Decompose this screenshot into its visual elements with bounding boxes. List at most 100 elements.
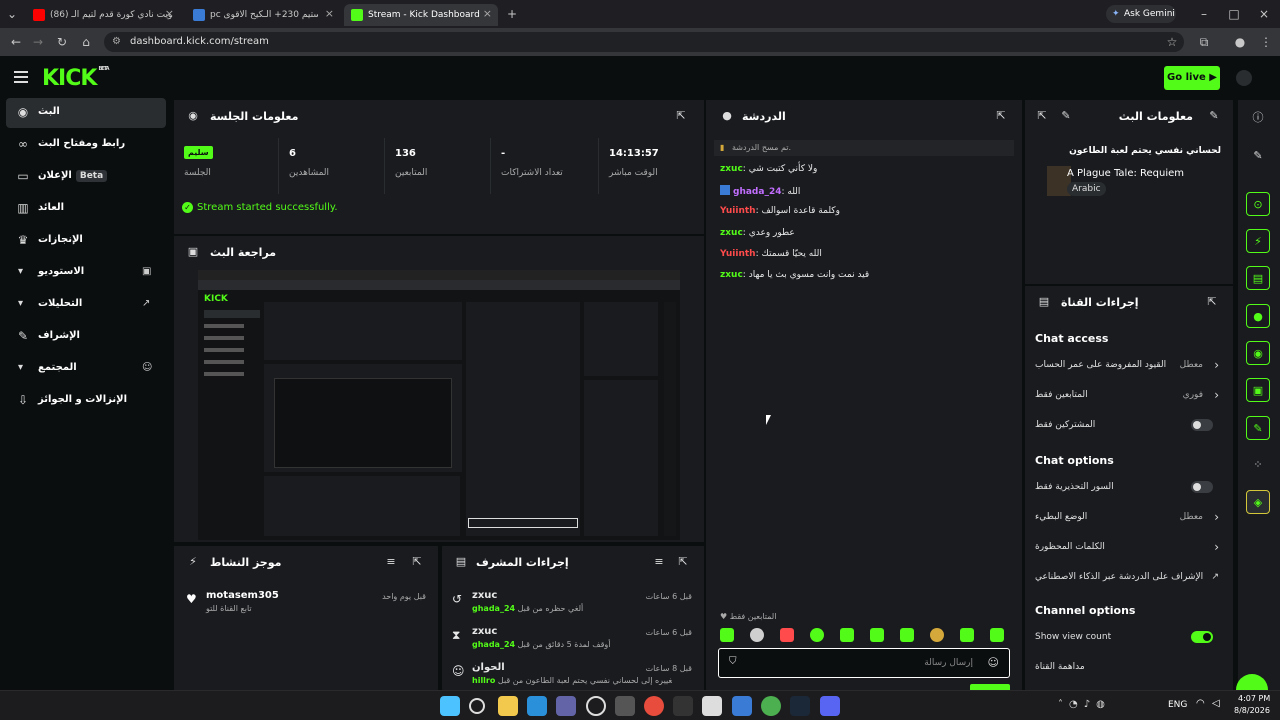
chat-username[interactable]: zxuc bbox=[720, 270, 743, 280]
sidebar-item-community[interactable]: ▾ المجتمع ☺ bbox=[6, 354, 166, 384]
mic-icon[interactable]: ♪ bbox=[1084, 699, 1096, 710]
app-icon[interactable] bbox=[615, 696, 635, 716]
sidebar-item-moderation[interactable]: ✎ الإشراف bbox=[6, 322, 166, 352]
go-live-button[interactable]: Go live ▶ bbox=[1164, 66, 1220, 90]
discord-icon[interactable] bbox=[820, 696, 840, 716]
bookmark-star-icon[interactable]: ☆ bbox=[1164, 34, 1180, 50]
filter-icon[interactable]: ≡ bbox=[384, 555, 398, 569]
chat-username[interactable]: zxuc bbox=[720, 164, 743, 174]
gift-icon[interactable]: ◈ bbox=[1246, 490, 1270, 514]
sidebar-item-studio[interactable]: ▾ الاستوديو ▣ bbox=[6, 258, 166, 288]
setting-account-age[interactable]: القيود المفروضة على عمر الحساب معطل › bbox=[1035, 352, 1223, 380]
sidebar-item-ads[interactable]: ▭ الإعلان Beta bbox=[6, 162, 166, 192]
chat-message[interactable]: zxuc: ولا كأني كتبت شي bbox=[720, 164, 817, 174]
emote-icon[interactable] bbox=[750, 628, 764, 642]
broadcast-icon[interactable]: ◉ bbox=[1246, 341, 1270, 365]
sidebar-item-revenue[interactable]: ▥ العائد bbox=[6, 194, 166, 224]
expand-icon[interactable]: ⇱ bbox=[1205, 295, 1219, 309]
new-tab-button[interactable]: + bbox=[504, 6, 520, 22]
steam-icon[interactable] bbox=[790, 696, 810, 716]
ask-gemini-button[interactable]: ✦ Ask Gemini bbox=[1106, 5, 1176, 23]
clock-time[interactable]: 4:07 PM bbox=[1238, 694, 1270, 703]
chat-bubble-icon[interactable]: ● bbox=[1246, 304, 1270, 328]
game-name[interactable]: A Plague Tale: Requiem bbox=[1067, 168, 1184, 179]
setting-emotes-only[interactable]: السور التحذيرية فقط bbox=[1035, 474, 1223, 502]
menu-icon[interactable]: ⋮ bbox=[1258, 34, 1274, 50]
chrome-icon[interactable] bbox=[644, 696, 664, 716]
chat-message[interactable]: zxuc: عطور وعدي bbox=[720, 228, 795, 238]
wifi-icon[interactable]: ◠ bbox=[1196, 698, 1205, 709]
sidebar-item-stream-key[interactable]: ∞ رابط ومفتاح البث bbox=[6, 130, 166, 160]
activity-user[interactable]: motasem305 bbox=[206, 590, 279, 601]
dots-icon[interactable]: ⁘ bbox=[1246, 453, 1270, 477]
edit-pencil-icon[interactable]: ✎ bbox=[1246, 144, 1270, 168]
sidebar-item-analytics[interactable]: ▾ التحليلات ↗ bbox=[6, 290, 166, 320]
edit-pencil-icon[interactable]: ✎ bbox=[1059, 109, 1073, 123]
close-tab-icon[interactable]: × bbox=[165, 7, 174, 20]
emote-icon[interactable] bbox=[720, 628, 734, 642]
back-button[interactable]: ← bbox=[8, 34, 24, 50]
mod-target-user[interactable]: الحوان bbox=[472, 662, 505, 673]
site-info-icon[interactable]: ⚙ bbox=[112, 32, 121, 52]
close-tab-icon[interactable]: × bbox=[325, 7, 334, 20]
store-icon[interactable] bbox=[527, 696, 547, 716]
emote-icon[interactable] bbox=[840, 628, 854, 642]
network-icon[interactable]: ◔ bbox=[1069, 699, 1084, 710]
expand-icon[interactable]: ⇱ bbox=[410, 555, 424, 569]
setting-raid-channel[interactable]: مداهمة القناة bbox=[1035, 654, 1223, 682]
emote-icon[interactable] bbox=[990, 628, 1004, 642]
tab-search-button[interactable]: ⌄ bbox=[4, 6, 20, 22]
setting-slow-mode[interactable]: الوضع البطيء معطل › bbox=[1035, 504, 1223, 532]
clock-date[interactable]: 8/8/2026 bbox=[1234, 706, 1270, 715]
kick-logo[interactable]: KICK BETA bbox=[42, 66, 110, 91]
lightning-icon[interactable]: ⚡ bbox=[1246, 229, 1270, 253]
emote-icon[interactable] bbox=[960, 628, 974, 642]
teams-icon[interactable] bbox=[556, 696, 576, 716]
setting-subscribers-only[interactable]: المشتركين فقط bbox=[1035, 412, 1223, 440]
emote-icon[interactable] bbox=[930, 628, 944, 642]
chat-message[interactable]: Yuiinth: وكلمة قاعدة اسوالف bbox=[720, 206, 840, 216]
app-icon[interactable] bbox=[673, 696, 693, 716]
chat-message[interactable]: Yuiinth: الله يحيّا قسمتك bbox=[720, 249, 822, 259]
home-button[interactable]: ⌂ bbox=[78, 34, 94, 50]
setting-show-view-count[interactable]: Show view count bbox=[1035, 624, 1223, 652]
chat-message[interactable]: zxuc: قيد نمت وانت مسوي بث يا مهاد bbox=[720, 270, 869, 280]
language-indicator[interactable]: ENG bbox=[1168, 700, 1187, 710]
url-field[interactable]: ⚙ dashboard.kick.com/stream bbox=[104, 32, 1184, 52]
browser-tab-2[interactable]: pc لعبة ستيم 230+ الـكيح الاقوى × bbox=[186, 4, 340, 26]
show-view-count-toggle[interactable] bbox=[1191, 631, 1213, 643]
file-explorer-icon[interactable] bbox=[498, 696, 518, 716]
mod-target-user[interactable]: zxuc bbox=[472, 626, 497, 637]
setting-banned-words[interactable]: الكلمات المحظورة › bbox=[1035, 534, 1223, 562]
mod-target-user[interactable]: zxuc bbox=[472, 590, 497, 601]
expand-icon[interactable]: ⇱ bbox=[994, 109, 1008, 123]
minimize-button[interactable]: – bbox=[1196, 6, 1212, 22]
target-icon[interactable]: ⊙ bbox=[1246, 192, 1270, 216]
subscribers-only-toggle[interactable] bbox=[1191, 419, 1213, 431]
emote-icon[interactable] bbox=[780, 628, 794, 642]
profile-icon[interactable]: ● bbox=[1232, 34, 1248, 50]
windows-start-icon[interactable] bbox=[440, 696, 460, 716]
maximize-button[interactable]: □ bbox=[1226, 6, 1242, 22]
expand-icon[interactable]: ⇱ bbox=[674, 109, 688, 123]
close-tab-icon[interactable]: × bbox=[483, 7, 492, 20]
emote-icon[interactable] bbox=[810, 628, 824, 642]
user-avatar[interactable] bbox=[1236, 70, 1252, 86]
emote-icon[interactable] bbox=[900, 628, 914, 642]
sidebar-item-achievements[interactable]: ♛ الإنجازات bbox=[6, 226, 166, 256]
setting-ai-moderation[interactable]: الإشراف على الدردشة عبر الذكاء الاصطناعي… bbox=[1035, 564, 1223, 592]
sidebar-item-drops[interactable]: ⇩ الإنزالات و الجوائز bbox=[6, 386, 166, 416]
app-icon[interactable] bbox=[702, 696, 722, 716]
stream-preview-video[interactable]: KICK bbox=[198, 270, 680, 540]
chat-username[interactable]: zxuc bbox=[720, 228, 743, 238]
forward-button[interactable]: → bbox=[30, 34, 46, 50]
settings-gear-icon[interactable] bbox=[586, 696, 606, 716]
expand-icon[interactable]: ⇱ bbox=[1035, 109, 1049, 123]
wrench-icon[interactable]: ✎ bbox=[1246, 416, 1270, 440]
emoji-icon[interactable]: ☺ bbox=[988, 656, 999, 669]
channel-icon[interactable]: ▣ bbox=[1246, 378, 1270, 402]
hamburger-menu-icon[interactable] bbox=[14, 71, 28, 83]
photos-icon[interactable] bbox=[732, 696, 752, 716]
chat-input[interactable]: ⛉ إرسال رسالة ☺ bbox=[718, 648, 1010, 678]
chat-message[interactable]: ghada_24: الله bbox=[720, 185, 800, 197]
